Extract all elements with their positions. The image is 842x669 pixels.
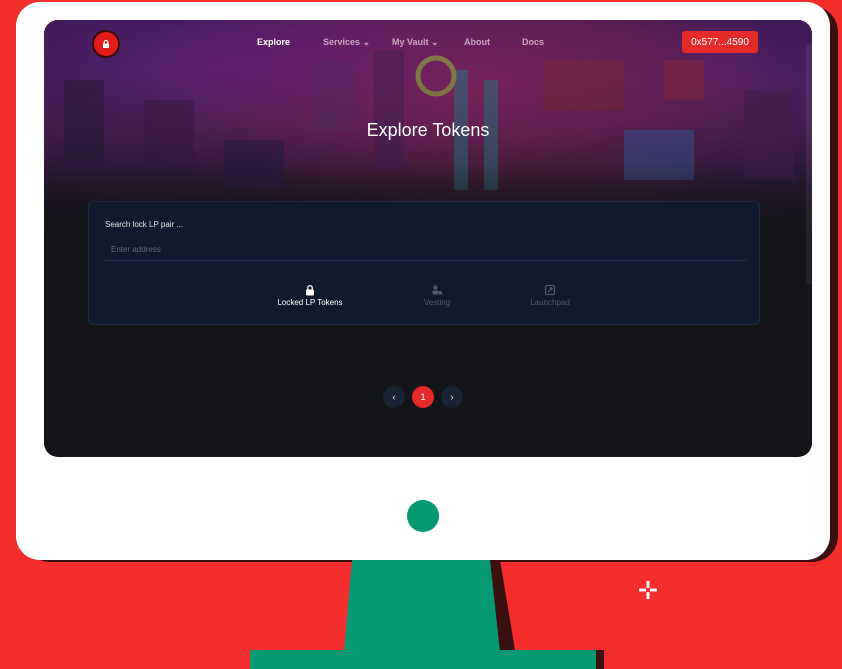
prev-page-button[interactable]: ‹ bbox=[383, 386, 405, 408]
wallet-button[interactable]: 0x577...4590 bbox=[682, 31, 758, 53]
tab-label: Launchpad bbox=[530, 298, 570, 307]
lock-icon bbox=[103, 39, 109, 48]
nav-explore[interactable]: Explore bbox=[257, 37, 290, 47]
nav-docs[interactable]: Docs bbox=[522, 37, 544, 47]
chevron-left-icon: ‹ bbox=[392, 392, 396, 402]
page-title: Explore Tokens bbox=[366, 120, 490, 140]
logo[interactable] bbox=[92, 30, 120, 58]
search-input[interactable] bbox=[105, 238, 747, 261]
search-card: Search lock LP pair ... Locked LP Tokens… bbox=[88, 201, 760, 325]
nav-about[interactable]: About bbox=[464, 37, 490, 47]
top-navbar: Explore Services ⌄ My Vault ⌄ About Docs… bbox=[44, 20, 812, 64]
monitor-stand bbox=[344, 560, 500, 652]
pagination: ‹ 1 › bbox=[44, 386, 812, 408]
scrollbar[interactable] bbox=[806, 44, 812, 284]
tab-label: Locked LP Tokens bbox=[277, 298, 343, 307]
sparkle-icon bbox=[639, 581, 657, 599]
power-button bbox=[407, 500, 439, 532]
next-page-button[interactable]: › bbox=[441, 386, 463, 408]
chevron-right-icon: › bbox=[450, 392, 454, 402]
lock-icon bbox=[306, 284, 314, 296]
nav-my-vault-label: My Vault bbox=[392, 37, 429, 47]
nav-services[interactable]: Services ⌄ bbox=[323, 37, 370, 48]
chevron-down-icon: ⌄ bbox=[431, 37, 439, 47]
tab-vesting[interactable]: Vesting bbox=[392, 284, 482, 307]
users-icon bbox=[432, 285, 442, 295]
rocket-icon bbox=[544, 284, 556, 296]
tab-locked-lp-tokens[interactable]: Locked LP Tokens bbox=[265, 284, 355, 307]
tab-label: Vesting bbox=[423, 298, 451, 307]
monitor-base bbox=[250, 650, 596, 669]
nav-my-vault[interactable]: My Vault ⌄ bbox=[392, 37, 439, 48]
page-button-current[interactable]: 1 bbox=[412, 386, 434, 408]
search-label: Search lock LP pair ... bbox=[105, 220, 184, 229]
chevron-down-icon: ⌄ bbox=[362, 37, 371, 47]
tab-launchpad[interactable]: Launchpad bbox=[505, 284, 595, 307]
app-screen: Explore Services ⌄ My Vault ⌄ About Docs… bbox=[44, 20, 812, 457]
nav-services-label: Services bbox=[323, 37, 361, 47]
